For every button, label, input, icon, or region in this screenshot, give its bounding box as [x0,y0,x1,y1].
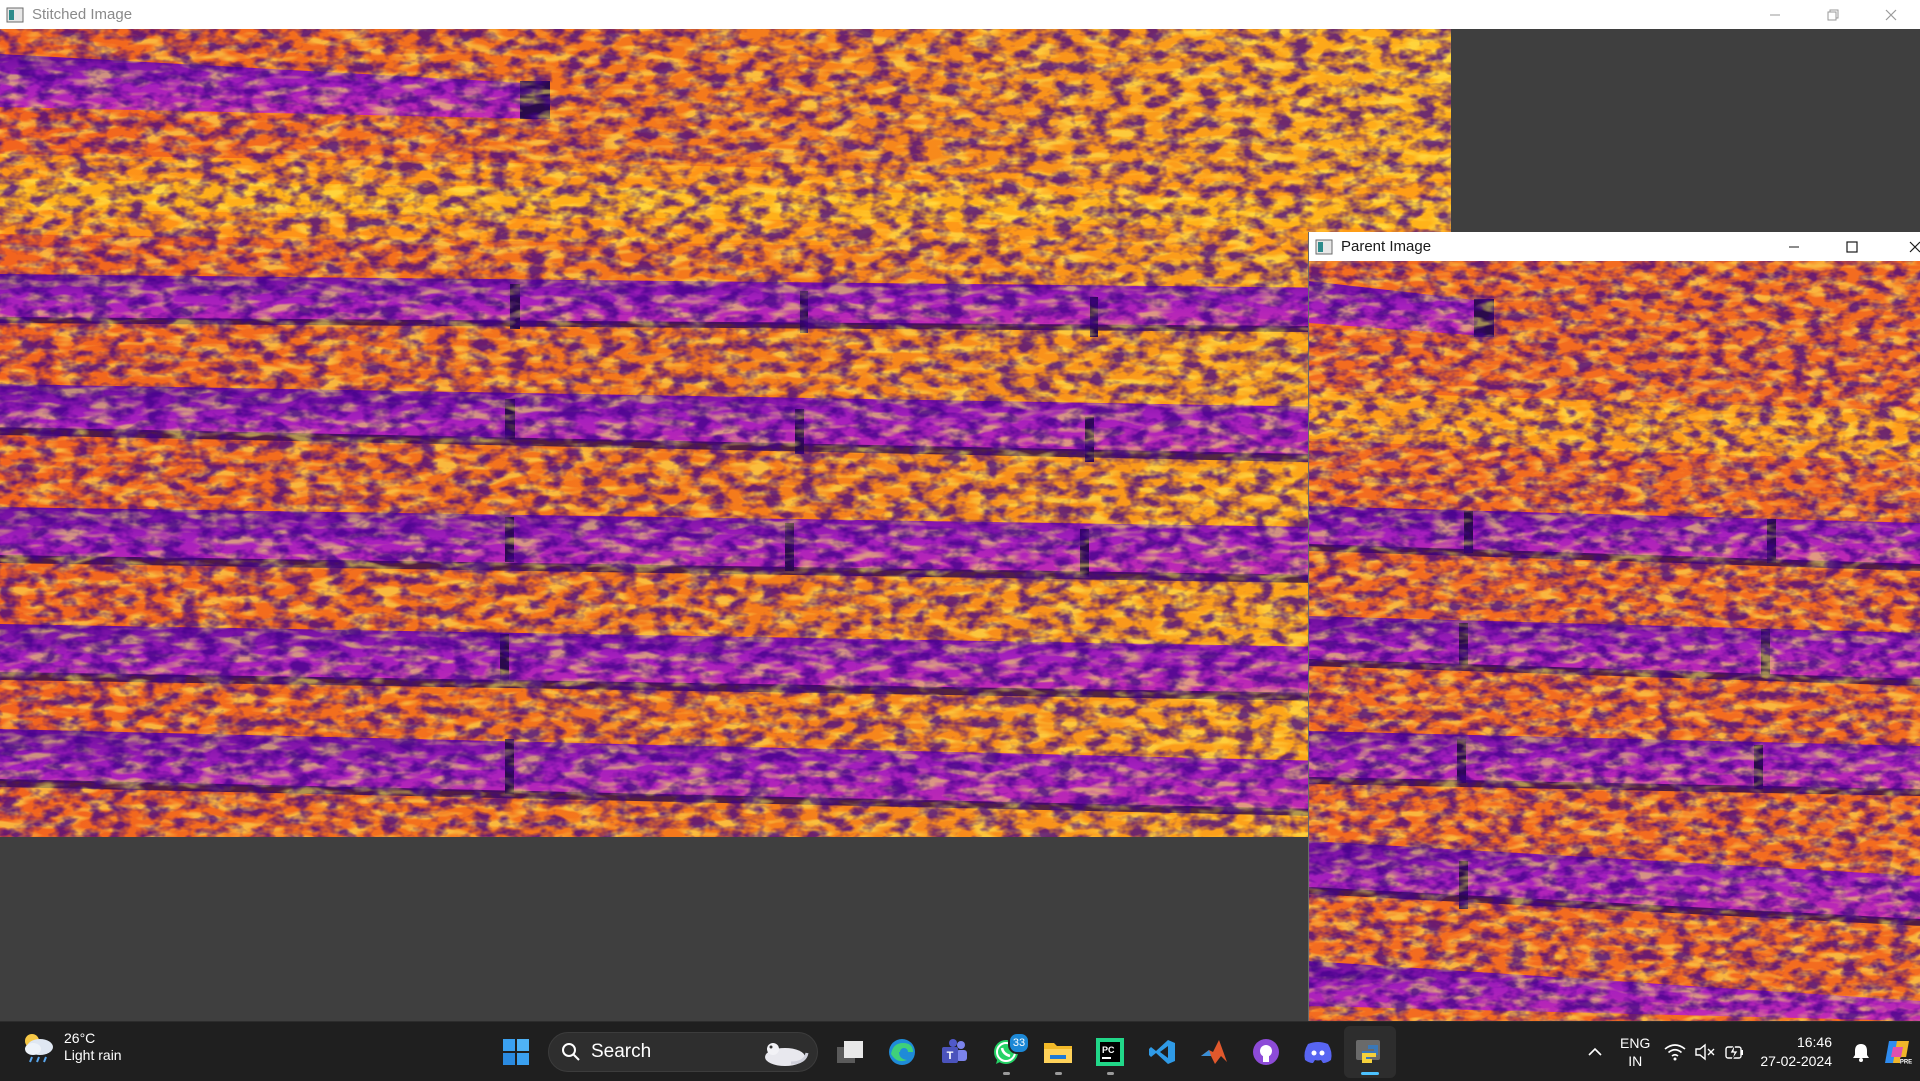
pycharm-icon: PC [1096,1037,1124,1066]
matlab-icon [1201,1039,1227,1064]
clock[interactable]: 16:46 27-02-2024 [1760,1033,1832,1071]
cloud-rain-sun-icon [25,1034,53,1063]
start-button[interactable] [490,1026,542,1078]
folder-icon [1044,1042,1072,1063]
task-view-button[interactable] [824,1026,876,1078]
svg-text:T: T [947,1050,954,1062]
parent-window-title: Parent Image [1341,238,1432,255]
volume-button[interactable] [1690,1032,1720,1072]
show-hidden-icons-button[interactable] [1580,1032,1610,1072]
wifi-icon [1664,1043,1686,1060]
edge-button[interactable] [876,1026,928,1078]
close-icon [1909,241,1920,252]
minimize-button[interactable] [1746,0,1804,29]
maximize-icon [1846,240,1858,253]
system-tray: ENG IN 16:46 27-02-2024 PRE [1580,1022,1920,1081]
close-icon [1885,9,1897,20]
whatsapp-badge: 33 [1008,1031,1030,1054]
svg-text:PRE: PRE [1900,1059,1912,1065]
parent-thermal-image [1309,261,1920,1021]
app-window-icon [6,7,24,23]
minimize-button[interactable] [1765,232,1823,261]
notifications-button[interactable] [1846,1032,1876,1072]
taskbar: 26°C Light rain Search T 33 PC ENG IN 16… [0,1021,1920,1081]
taskbar-search[interactable]: Search [548,1031,818,1072]
close-button[interactable] [1862,0,1920,29]
stitched-title-bar[interactable]: Stitched Image [0,0,1920,29]
running-indicator [1055,1071,1062,1075]
taskbar-apps: Search T 33 PC [490,1022,1396,1081]
maximize-button[interactable] [1823,232,1881,261]
file-explorer-button[interactable] [1032,1026,1084,1078]
search-icon [562,1042,580,1061]
whatsapp-button[interactable]: 33 [980,1026,1032,1078]
clock-date: 27-02-2024 [1760,1052,1832,1069]
python-icon [1356,1039,1380,1063]
parent-title-bar[interactable]: Parent Image [1309,232,1920,261]
battery-button[interactable] [1720,1032,1750,1072]
minimize-icon [1770,14,1780,15]
language-indicator[interactable]: ENG IN [1620,1034,1650,1070]
restore-icon [1827,9,1839,20]
teams-icon: T [942,1038,967,1063]
restore-button[interactable] [1804,0,1862,29]
network-button[interactable] [1660,1032,1690,1072]
windows-logo-icon [503,1038,529,1065]
pycharm-button[interactable]: PC [1084,1026,1136,1078]
github-button[interactable] [1240,1026,1292,1078]
app-window-icon [1315,239,1333,255]
close-button[interactable] [1881,232,1920,261]
search-label: Search [591,1040,652,1062]
search-highlight-icon [765,1042,809,1066]
clock-time: 16:46 [1796,1033,1832,1050]
volume-muted-icon [1695,1043,1715,1060]
vscode-icon [1149,1039,1175,1064]
language-line1: ENG [1620,1034,1651,1051]
minimize-icon [1789,246,1799,247]
bell-icon [1853,1043,1869,1062]
weather-temperature: 26°C [64,1030,96,1046]
parent-image-window[interactable]: Parent Image [1308,232,1920,1021]
vscode-button[interactable] [1136,1026,1188,1078]
copilot-icon: PRE [1885,1040,1912,1065]
running-indicator [1107,1071,1114,1075]
weather-widget[interactable]: 26°C Light rain [20,1030,122,1064]
github-icon [1253,1038,1279,1065]
discord-icon [1304,1041,1332,1063]
language-line2: IN [1628,1052,1643,1069]
active-indicator [1361,1071,1379,1075]
chevron-up-icon [1588,1047,1602,1056]
teams-button[interactable]: T [928,1026,980,1078]
weather-condition: Light rain [64,1047,122,1063]
svg-text:PC: PC [1102,1045,1115,1055]
stitched-thermal-image [0,29,1451,837]
stitched-window-title: Stitched Image [32,6,133,23]
matlab-button[interactable] [1188,1026,1240,1078]
running-indicator [1003,1071,1010,1075]
discord-button[interactable] [1292,1026,1344,1078]
edge-icon [889,1038,915,1065]
task-view-icon [837,1040,863,1063]
copilot-button[interactable]: PRE [1876,1032,1920,1072]
battery-charging-icon [1725,1043,1744,1060]
python-button[interactable] [1344,1025,1396,1078]
